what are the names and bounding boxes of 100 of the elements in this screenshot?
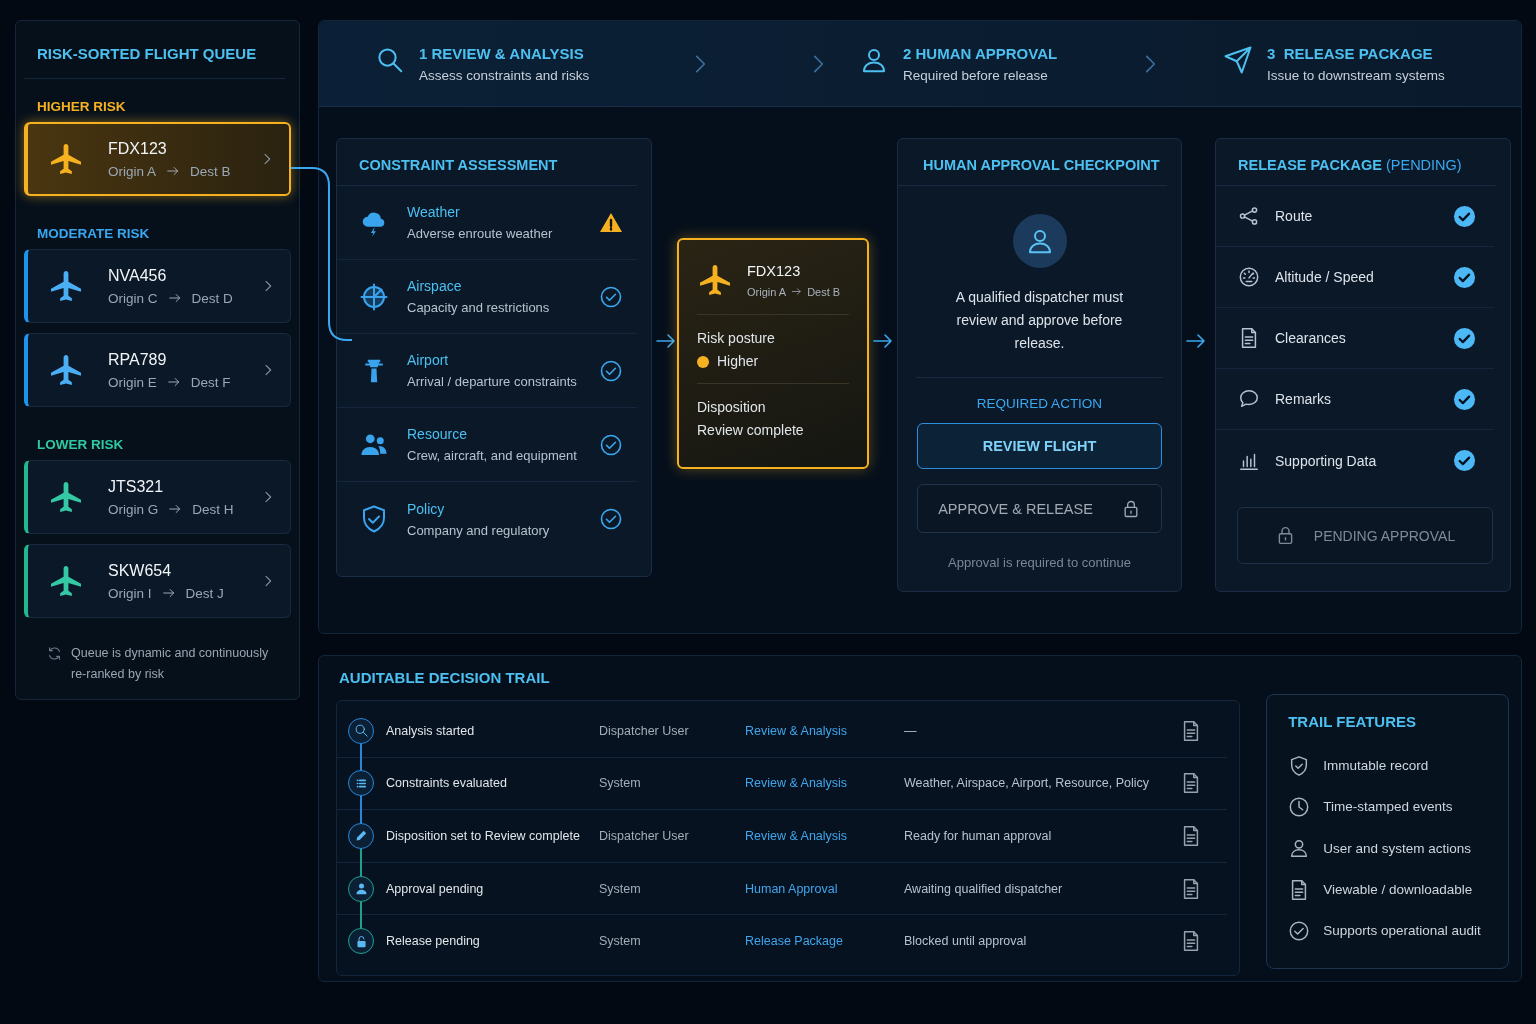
arrow-icon xyxy=(166,375,181,389)
destination-label: Dest F xyxy=(190,374,231,390)
field-value: Review complete xyxy=(697,421,805,440)
detail-text: Blocked until approval xyxy=(904,934,1028,949)
origin-label: Origin C xyxy=(108,290,158,306)
event-text: Analysis started xyxy=(385,723,476,738)
arrow-icon xyxy=(791,286,803,297)
section-label: REQUIRED ACTION xyxy=(916,377,1163,411)
stage-link[interactable]: Human Approval xyxy=(745,881,904,896)
actor-text: System xyxy=(599,881,642,896)
destination-label: Dest H xyxy=(192,501,234,517)
risk-group-label: LOWER RISK xyxy=(36,436,125,454)
airplane-icon xyxy=(48,479,84,515)
step-title: 3 RELEASE PACKAGE xyxy=(1267,44,1434,62)
panel-title: AUDITABLE DECISION TRAIL xyxy=(338,668,551,687)
event-text: Release pending xyxy=(385,934,481,949)
risk-group-label: MODERATE RISK xyxy=(36,225,151,243)
search-icon xyxy=(353,723,369,739)
stage-link[interactable]: Review & Analysis xyxy=(745,723,904,738)
step-subtitle: Issue to downstream systems xyxy=(1267,67,1445,83)
detail-text: Awaiting qualified dispatcher xyxy=(904,881,1064,896)
constraint-name: Airport xyxy=(407,352,450,368)
stage-link[interactable]: Review & Analysis xyxy=(745,776,904,791)
actor-text: System xyxy=(599,776,642,791)
clock-icon xyxy=(1288,795,1311,818)
card-title: HUMAN APPROVAL CHECKPOINT xyxy=(898,139,1167,186)
constraint-detail: Company and regulatory xyxy=(407,522,551,538)
avatar-icon xyxy=(1012,214,1067,268)
detail-text: Weather, Airspace, Airport, Resource, Policy xyxy=(904,776,1151,791)
gauge-icon xyxy=(1238,266,1260,288)
step-subtitle: Required before release xyxy=(903,67,1049,83)
check-circle-icon xyxy=(1288,919,1311,942)
actor-text: System xyxy=(599,934,642,949)
constraint-detail: Adverse enroute weather xyxy=(407,226,554,241)
flight-code: FDX123 xyxy=(108,139,168,158)
feature-item: Viewable / downloadable xyxy=(1323,882,1473,898)
package-item: Clearances xyxy=(1275,330,1347,346)
flight-code: RPA789 xyxy=(108,350,168,369)
flight-code: SKW654 xyxy=(108,561,173,580)
feature-item: Immutable record xyxy=(1323,758,1429,774)
feature-item: Time-stamped events xyxy=(1323,799,1453,815)
step-title: 2 HUMAN APPROVAL xyxy=(903,44,1058,62)
airplane-icon xyxy=(697,262,733,298)
airplane-icon xyxy=(48,563,84,599)
destination-label: Dest J xyxy=(185,585,224,601)
event-text: Constraints evaluated xyxy=(385,776,508,791)
approval-message: A qualified dispatcher must review and approve before release. xyxy=(954,288,1125,353)
step-subtitle: Assess constraints and risks xyxy=(419,67,590,83)
speech-bubble-icon xyxy=(1238,388,1260,410)
destination-label: Dest B xyxy=(807,285,841,298)
destination-label: Dest B xyxy=(190,163,231,179)
arrow-icon xyxy=(161,586,176,600)
queue-note: Queue is dynamic and continuously re-ranked by risk xyxy=(71,645,270,683)
stage-link[interactable]: Release Package xyxy=(745,934,904,949)
arrow-icon xyxy=(168,502,183,516)
flight-card[interactable]: JTS321 Origin G Dest H xyxy=(24,460,291,534)
stage-link[interactable]: Review & Analysis xyxy=(745,829,904,843)
airplane-icon xyxy=(48,141,84,177)
card-title: CONSTRAINT ASSESSMENT xyxy=(337,139,637,186)
card-title: TRAIL FEATURES xyxy=(1288,713,1417,730)
flight-code: FDX123 xyxy=(747,262,802,279)
origin-label: Origin A xyxy=(747,285,787,298)
flight-code: JTS321 xyxy=(108,477,165,496)
review-button[interactable]: REVIEW FLIGHT xyxy=(917,423,1162,469)
constraint-detail: Arrival / departure constraints xyxy=(407,374,578,389)
event-text: Disposition set to Review complete xyxy=(385,829,581,843)
flight-card[interactable]: SKW654 Origin I Dest J xyxy=(24,544,291,618)
pencil-icon xyxy=(353,828,369,844)
detail-text: Ready for human approval xyxy=(904,829,1053,843)
detail-text: — xyxy=(904,723,918,738)
package-item: Altitude / Speed xyxy=(1275,269,1375,285)
constraint-detail: Crew, aircraft, and equipment xyxy=(407,448,578,463)
flight-card[interactable]: RPA789 Origin E Dest F xyxy=(24,333,291,407)
actor-text: Dispatcher User xyxy=(599,829,690,843)
airplane-icon xyxy=(48,268,84,304)
package-item: Route xyxy=(1275,208,1314,224)
feature-item: User and system actions xyxy=(1323,840,1471,856)
status-label: (PENDING) xyxy=(1384,157,1462,173)
card-title: RELEASE PACKAGE xyxy=(1238,157,1382,173)
flight-card[interactable]: NVA456 Origin C Dest D xyxy=(24,249,291,323)
hint-text: Approval is required to continue xyxy=(947,555,1132,570)
constraint-detail: Capacity and restrictions xyxy=(407,300,551,315)
field-label: Disposition xyxy=(697,398,767,417)
origin-label: Origin I xyxy=(108,585,152,601)
event-text: Approval pending xyxy=(385,881,485,896)
paper-plane-icon xyxy=(1223,44,1253,75)
origin-label: Origin G xyxy=(108,501,159,517)
panel-title: RISK-SORTED FLIGHT QUEUE xyxy=(24,45,285,79)
package-item: Supporting Data xyxy=(1275,452,1378,469)
arrow-icon xyxy=(166,164,181,178)
step-title: 1 REVIEW & ANALYSIS xyxy=(419,44,585,62)
constraint-name: Policy xyxy=(407,500,446,517)
risk-group-label: HIGHER RISK xyxy=(36,98,127,116)
flight-code: NVA456 xyxy=(108,266,168,285)
actor-text: Dispatcher User xyxy=(599,723,690,738)
arrow-icon xyxy=(167,291,182,305)
flight-card[interactable]: FDX123 Origin A Dest B xyxy=(24,122,291,196)
package-item: Remarks xyxy=(1275,391,1332,407)
radar-icon xyxy=(359,281,389,312)
origin-label: Origin A xyxy=(108,163,157,179)
